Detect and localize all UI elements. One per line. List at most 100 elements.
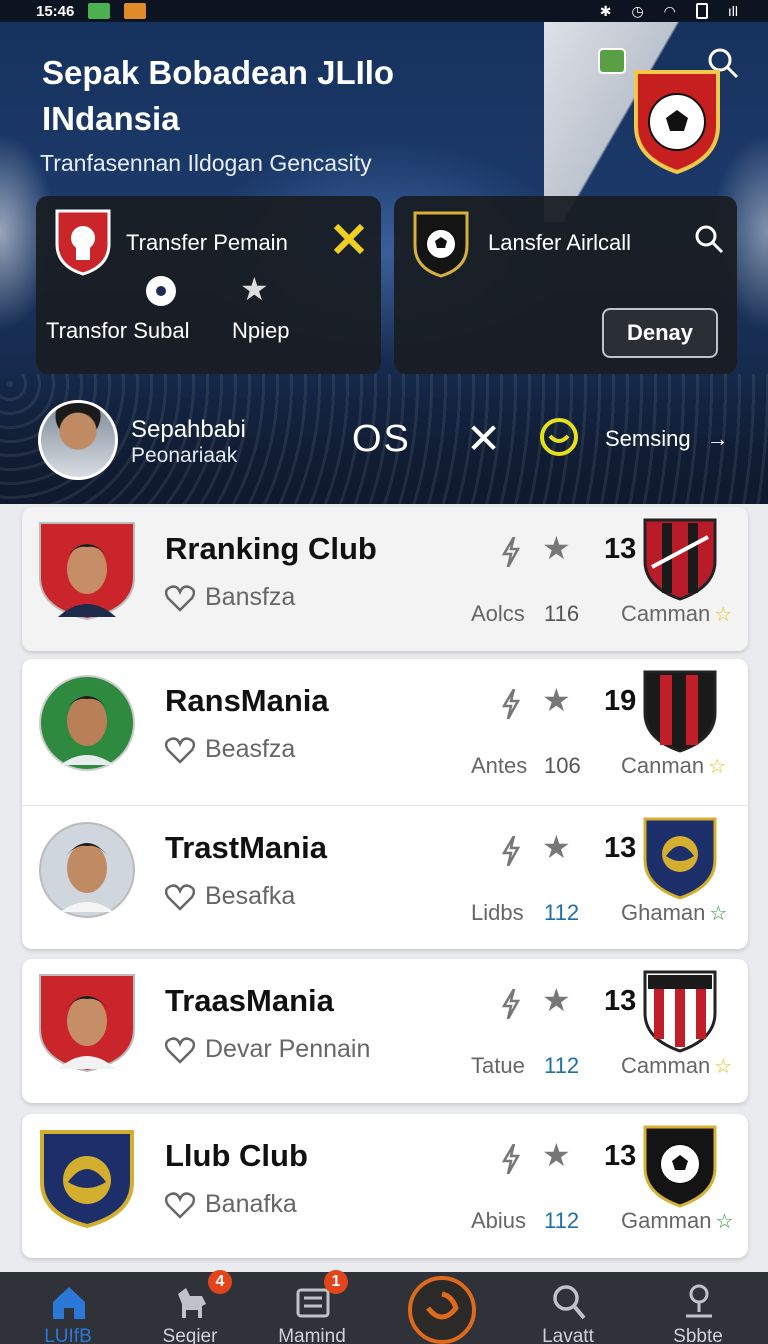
notification-badge: 1 <box>324 1270 348 1294</box>
bolt-icon <box>501 836 521 866</box>
bolt-icon <box>501 537 521 567</box>
heart-icon <box>165 883 195 911</box>
club-tag-label: Camman <box>621 1053 711 1078</box>
heart-icon <box>165 1036 195 1064</box>
transfer-card-title: Transfer Pemain <box>126 230 288 255</box>
club-tag: Ghaman ☆ <box>621 900 727 926</box>
nav-label: Seqier <box>162 1326 218 1344</box>
star-icon: ☆ <box>714 604 733 626</box>
notification-icon <box>88 3 111 19</box>
star-icon[interactable]: ★ <box>542 981 571 1019</box>
club-tag-label: Camman <box>621 601 711 626</box>
stat-label: Lidbs <box>471 900 524 925</box>
club-name: TrastMania <box>165 830 327 865</box>
stat-value: 112 <box>544 1053 580 1078</box>
player-avatar <box>39 822 135 918</box>
stat-label: Tatue <box>471 1053 525 1078</box>
nav-label: LUIfB <box>44 1326 92 1344</box>
favorite-toggle[interactable]: Beasfza <box>165 735 295 764</box>
arrow-right-icon: → <box>706 426 729 451</box>
nav-label: Mamind <box>278 1326 346 1344</box>
stat-value: 112 <box>544 900 580 925</box>
close-icon[interactable] <box>332 222 366 256</box>
star-icon[interactable]: ★ <box>542 529 571 567</box>
bluetooth-icon: ✱ <box>599 2 612 19</box>
favorite-toggle[interactable]: Devar Pennain <box>165 1035 370 1064</box>
star-icon[interactable]: ★ <box>542 681 571 719</box>
club-crest-icon <box>643 670 717 753</box>
avatar[interactable] <box>38 400 118 480</box>
favorite-label: Banafka <box>205 1190 297 1218</box>
nav-mamind[interactable]: 1 Mamind <box>252 1270 372 1344</box>
list-item[interactable]: Llub Club Banafka ★ 13 Abius 112 Gamman ☆ <box>22 1114 748 1258</box>
goat-icon <box>178 1288 206 1318</box>
heart-icon <box>165 1191 195 1219</box>
list-item[interactable]: Rranking Club Bansfza ★ 13 Aolcs 116 Cam… <box>22 507 748 651</box>
nav-seqier[interactable]: 4 Seqier <box>130 1270 250 1344</box>
club-name: Llub Club <box>165 1138 308 1173</box>
profile-name: Sepahbabi <box>131 416 246 443</box>
search-icon[interactable] <box>694 224 724 254</box>
club-crest-icon <box>643 970 717 1053</box>
profile-subtitle: Peonariaak <box>131 444 238 467</box>
status-left: 15:46 <box>36 3 147 20</box>
star-icon: ☆ <box>714 1056 733 1078</box>
favorite-toggle[interactable]: Besafka <box>165 882 295 911</box>
stat-value: 112 <box>544 1208 580 1233</box>
favorite-label: Beasfza <box>205 735 296 763</box>
page-title: Sepak Bobadean JLIlo INdansia <box>42 54 395 137</box>
star-icon[interactable]: ★ <box>542 828 571 866</box>
star-icon[interactable]: ★ <box>542 1136 571 1174</box>
option-radio[interactable] <box>146 276 176 306</box>
club-tag: Gamman ☆ <box>621 1208 733 1234</box>
club-tag-label: Canman <box>621 753 705 778</box>
hero-banner: Sepak Bobadean JLIlo INdansia Tranfasenn… <box>0 22 768 504</box>
nav-search[interactable]: Lavatt <box>508 1272 628 1344</box>
wifi-icon: ◠ <box>663 2 676 19</box>
club-crest-icon <box>643 1125 717 1208</box>
moon-icon <box>426 1291 459 1320</box>
os-label: OS <box>352 418 411 460</box>
favorite-toggle[interactable]: Bansfza <box>165 583 295 612</box>
favorite-label: Devar Pennain <box>205 1035 371 1063</box>
club-crest-icon <box>413 211 469 278</box>
club-crest-icon <box>40 1130 134 1228</box>
search-card-title: Lansfer Airlcall <box>488 230 632 255</box>
favorite-label: Bansfza <box>205 583 296 611</box>
list-item[interactable]: RansMania Beasfza ★ 19 Antes 106 Canman ☆ <box>22 659 748 805</box>
nav-label: Sbbte <box>673 1326 723 1344</box>
stat-value: 116 <box>544 601 580 626</box>
center-action-button[interactable] <box>408 1276 476 1344</box>
star-icon: ☆ <box>715 1211 734 1233</box>
list-item[interactable]: TrastMania Besafka ★ 13 Lidbs 112 Ghaman… <box>22 805 748 949</box>
club-crest-icon <box>634 70 720 175</box>
club-crest-icon <box>55 209 111 276</box>
rank-number: 13 <box>604 985 637 1017</box>
favorite-toggle[interactable]: Banafka <box>165 1190 297 1219</box>
moon-icon[interactable] <box>538 416 580 458</box>
club-tag: Camman ☆ <box>621 1053 732 1079</box>
player-avatar <box>39 522 135 621</box>
club-name: Rranking Club <box>165 531 377 566</box>
search-icon <box>553 1285 586 1320</box>
player-avatar <box>39 675 135 771</box>
bottom-nav: LUIfB 4 Seqier 1 Mamind Lavatt Sbbte <box>0 1270 768 1344</box>
stat-value: 106 <box>544 753 581 778</box>
star-icon: ☆ <box>708 756 727 778</box>
club-name: TraasMania <box>165 983 334 1018</box>
nav-home[interactable]: LUIfB <box>8 1272 128 1344</box>
notification-badge: 4 <box>208 1270 232 1294</box>
semsing-link[interactable]: Semsing → <box>605 426 729 452</box>
close-icon[interactable]: ✕ <box>466 414 501 463</box>
nav-profile[interactable]: Sbbte <box>638 1272 758 1344</box>
stat-label: Abius <box>471 1208 527 1233</box>
rank-number: 13 <box>604 832 637 864</box>
transfer-card[interactable]: Transfer Pemain ★ Transfor Subal Npiep <box>36 196 381 374</box>
star-icon[interactable]: ★ <box>240 270 269 308</box>
search-card[interactable]: Lansfer Airlcall Denay <box>394 196 737 374</box>
bolt-icon <box>501 1144 521 1174</box>
option-label: Transfor Subal <box>46 318 190 343</box>
shop-icon[interactable] <box>598 48 626 74</box>
deny-button[interactable]: Denay <box>602 308 718 358</box>
list-item[interactable]: TraasMania Devar Pennain ★ 13 Tatue 112 … <box>22 959 748 1103</box>
